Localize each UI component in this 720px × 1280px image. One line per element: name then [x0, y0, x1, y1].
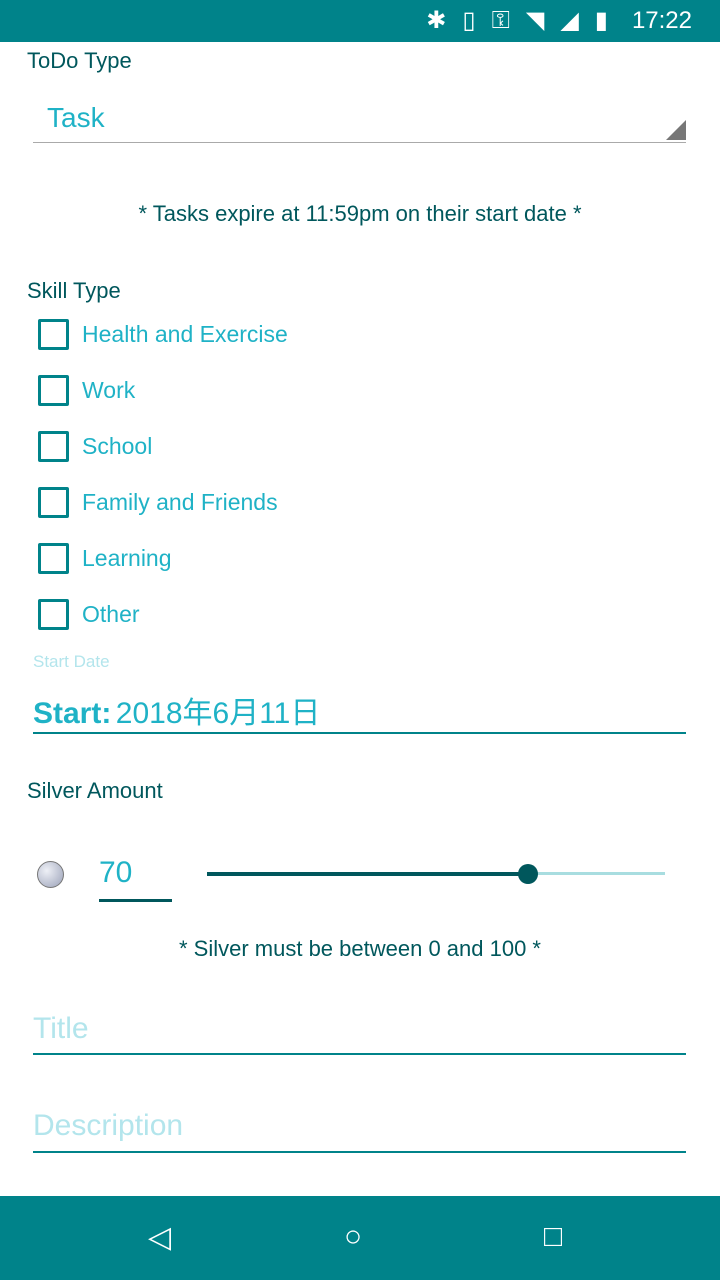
todo-type-dropdown[interactable]: Task	[33, 96, 686, 143]
skill-label: Work	[82, 377, 136, 403]
vibrate-icon: ▯	[462, 7, 476, 34]
todo-type-label: ToDo Type	[27, 48, 132, 73]
skill-label: Learning	[82, 545, 172, 571]
dropdown-arrow-icon	[666, 120, 686, 140]
navigation-bar: ◁ ○ □	[0, 1196, 720, 1280]
checkbox-icon[interactable]	[38, 431, 69, 462]
checkbox-icon[interactable]	[38, 599, 69, 630]
skill-checkbox[interactable]: School	[38, 431, 152, 462]
start-date-hint: Start Date	[33, 652, 110, 671]
skill-label: Health and Exercise	[82, 321, 288, 347]
wifi-off-icon: ◥	[525, 7, 545, 34]
silver-range-note: * Silver must be between 0 and 100 *	[178, 936, 541, 961]
bluetooth-icon: ✱	[426, 7, 447, 34]
skill-checkbox[interactable]: Work	[38, 375, 135, 406]
recents-icon[interactable]: □	[544, 1220, 562, 1254]
slider-fill	[207, 872, 528, 876]
silver-amount-value: 70	[99, 856, 133, 889]
vpn-key-icon: ⚿	[491, 6, 510, 34]
title-input[interactable]	[33, 1005, 686, 1055]
silver-coin-icon	[37, 861, 64, 888]
home-icon[interactable]: ○	[344, 1220, 362, 1254]
description-input[interactable]	[33, 1101, 686, 1153]
checkbox-icon[interactable]	[38, 319, 69, 350]
status-bar: ✱ ▯ ⚿ ◥ ◢ ▮ 17:22	[0, 0, 720, 42]
start-prefix: Start:	[33, 697, 112, 730]
task-expiry-note: * Tasks expire at 11:59pm on their start…	[138, 201, 582, 226]
checkbox-icon[interactable]	[38, 375, 69, 406]
skill-checkbox[interactable]: Learning	[38, 543, 172, 574]
skill-type-label: Skill Type	[27, 278, 121, 303]
skill-checkbox[interactable]: Other	[38, 599, 140, 630]
start-date-value: 2018年6月11日	[115, 697, 321, 730]
signal-icon: ◢	[560, 7, 579, 34]
start-date-field[interactable]: Start: 2018年6月11日	[33, 688, 686, 734]
skill-label: School	[82, 433, 153, 459]
skill-label: Family and Friends	[82, 489, 278, 515]
silver-slider[interactable]	[207, 864, 665, 884]
skill-checkbox[interactable]: Family and Friends	[38, 487, 278, 518]
skill-checkbox[interactable]: Health and Exercise	[38, 319, 288, 350]
silver-amount-label: Silver Amount	[27, 778, 163, 803]
checkbox-icon[interactable]	[38, 487, 69, 518]
todo-type-selected: Task	[47, 102, 105, 133]
skill-label: Other	[82, 601, 140, 627]
slider-thumb[interactable]	[517, 864, 538, 884]
back-icon[interactable]: ◁	[148, 1220, 171, 1255]
battery-icon: ▮	[594, 7, 608, 34]
clock: 17:22	[631, 7, 692, 34]
checkbox-icon[interactable]	[38, 543, 69, 574]
silver-amount-input[interactable]: 70	[99, 856, 172, 902]
